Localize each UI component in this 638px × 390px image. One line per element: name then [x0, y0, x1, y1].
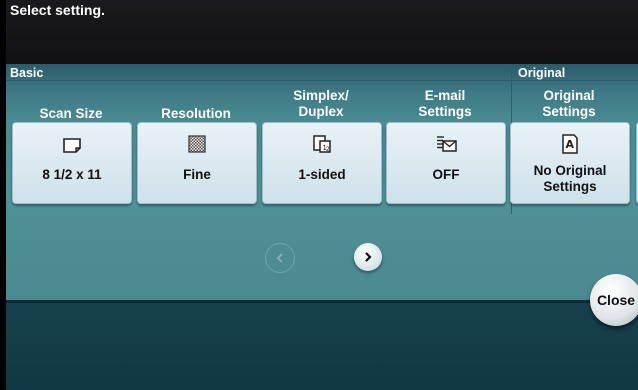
next-page-button[interactable]: [354, 243, 382, 271]
simplex-duplex-button[interactable]: 1 2 1-sided: [262, 122, 382, 204]
simplex-duplex-icon: 1 2: [313, 135, 331, 153]
original-settings-value: No Original Settings: [533, 163, 607, 194]
title-bar: Select setting.: [6, 0, 638, 64]
paper-size-icon: [63, 138, 81, 153]
original-settings-button[interactable]: A No Original Settings: [510, 122, 630, 204]
simplex-duplex-value: 1-sided: [298, 167, 346, 182]
scan-size-value: 8 1/2 x 11: [42, 167, 102, 182]
svg-text:A: A: [566, 138, 575, 151]
email-settings-icon: [437, 136, 457, 152]
label-email-settings: E-mail Settings: [418, 88, 472, 119]
group-header-divider: [6, 80, 638, 81]
prev-page-button[interactable]: [265, 243, 295, 273]
prev-page-icon: [276, 253, 283, 263]
label-resolution: Resolution: [161, 106, 231, 121]
bottom-area: [6, 303, 638, 390]
svg-text:2: 2: [326, 146, 330, 153]
group-label-basic: Basic: [10, 66, 44, 80]
scan-size-button[interactable]: 8 1/2 x 11: [12, 122, 132, 204]
resolution-icon: [188, 135, 206, 153]
group-label-original: Original: [518, 66, 566, 80]
label-original-settings: Original Settings: [542, 88, 596, 119]
email-settings-value: OFF: [432, 167, 460, 182]
label-simplex-duplex: Simplex/ Duplex: [293, 88, 349, 119]
label-scan-size: Scan Size: [39, 106, 103, 121]
resolution-value: Fine: [183, 167, 211, 182]
next-page-icon: [365, 252, 372, 262]
original-settings-icon: A: [562, 134, 578, 154]
resolution-button[interactable]: Fine: [137, 122, 257, 204]
close-button[interactable]: Close: [590, 274, 638, 326]
email-settings-button[interactable]: OFF: [386, 122, 506, 204]
screen: Select setting. Basic Original Scan Size…: [6, 0, 638, 390]
prompt-text: Select setting.: [10, 2, 105, 18]
